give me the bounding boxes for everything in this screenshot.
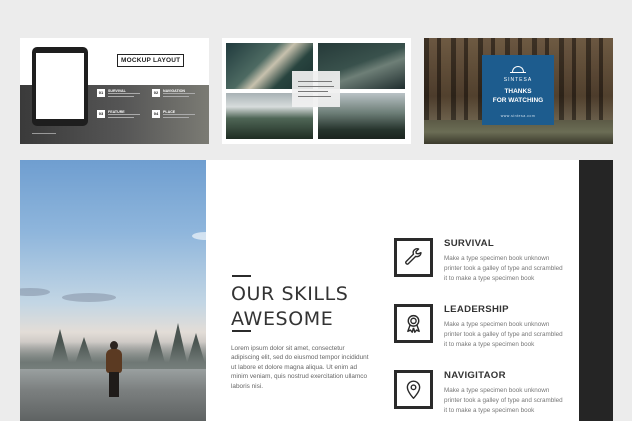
intro-paragraph: Lorem ipsum dolor sit amet, consectetur … bbox=[231, 345, 369, 390]
tablet-mockup-image bbox=[32, 47, 88, 126]
thumbnail-photo-gallery[interactable] bbox=[222, 38, 411, 144]
heading-line-1: OUR SKILLS bbox=[231, 283, 349, 305]
map-pin-icon bbox=[394, 370, 433, 409]
thumbnail-mockup-layout[interactable]: MOCKUP LAYOUT 01 SURVIVAL 02 NAVIGATION 03… bbox=[20, 38, 209, 144]
skill-title: NAVIGITAOR bbox=[444, 370, 506, 381]
skill-description: Make a type specimen book unknown printe… bbox=[444, 255, 563, 282]
skill-item-survival: SURVIVAL Make a type specimen book unkno… bbox=[394, 238, 574, 298]
heading-line-2: AWESOME bbox=[231, 308, 334, 330]
skill-description: Make a type specimen book unknown printe… bbox=[444, 321, 563, 348]
hiker-photo bbox=[20, 160, 206, 421]
thumbnail-footer-line bbox=[32, 133, 56, 134]
skill-description: Make a type specimen book unknown printe… bbox=[444, 387, 563, 414]
award-ribbon-icon bbox=[394, 304, 433, 343]
thanks-card: SINTESA THANKS FOR WATCHING www.sintesa.… bbox=[482, 55, 554, 125]
logo-icon bbox=[510, 66, 526, 73]
heading-bottom-rule bbox=[232, 330, 251, 332]
feature-item: 04 PLACE bbox=[152, 110, 202, 124]
skills-slide: OUR SKILLS AWESOME Lorem ipsum dolor sit… bbox=[20, 160, 613, 421]
feature-item: 02 NAVIGATION bbox=[152, 89, 202, 103]
hiker-figure bbox=[104, 341, 124, 397]
skill-item-navigitaor: NAVIGITAOR Make a type specimen book unk… bbox=[394, 370, 574, 421]
thanks-title-line2: FOR WATCHING bbox=[492, 97, 544, 104]
dark-side-bar bbox=[579, 160, 613, 421]
skill-item-leadership: LEADERSHIP Make a type specimen book unk… bbox=[394, 304, 574, 364]
brand-name: SINTESA bbox=[503, 77, 533, 83]
skill-title: LEADERSHIP bbox=[444, 304, 509, 315]
gallery-text-card bbox=[292, 71, 340, 107]
slide-heading: OUR SKILLS AWESOME bbox=[231, 282, 348, 332]
mockup-layout-label: MOCKUP LAYOUT bbox=[117, 54, 185, 67]
skill-title: SURVIVAL bbox=[444, 238, 495, 249]
feature-item: 01 SURVIVAL bbox=[97, 89, 147, 103]
website-caption: www.sintesa.com bbox=[500, 114, 536, 118]
heading-top-rule bbox=[232, 275, 251, 277]
thumbnail-thanks-slide[interactable]: SINTESA THANKS FOR WATCHING www.sintesa.… bbox=[424, 38, 613, 144]
feature-item: 03 FEATURE bbox=[97, 110, 147, 124]
wrench-icon bbox=[394, 238, 433, 277]
thanks-title-line1: THANKS bbox=[504, 88, 532, 95]
